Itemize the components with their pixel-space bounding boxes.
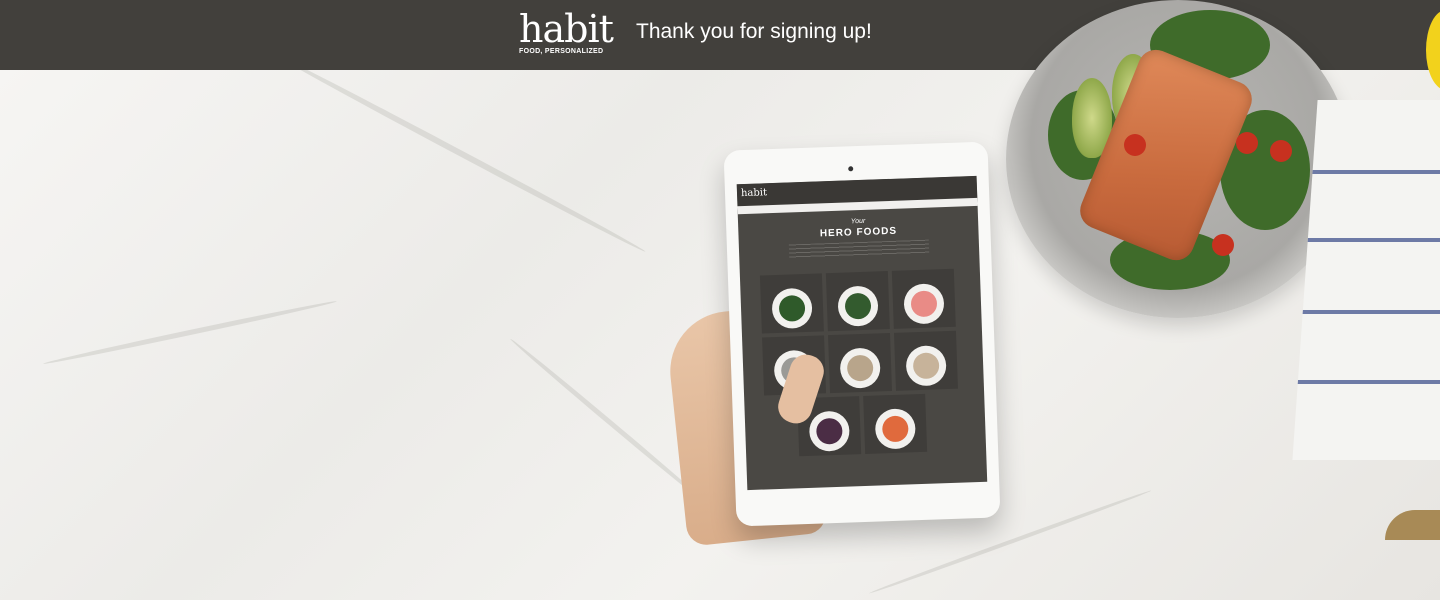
signup-confirmation-headline: Thank you for signing up!: [636, 20, 872, 43]
logo-wordmark: habit: [519, 7, 614, 51]
tablet-image: habit Your HERO FOODS: [723, 141, 1001, 527]
screen-logo: habit: [740, 187, 768, 200]
tablet-screen: habit Your HERO FOODS: [736, 175, 988, 491]
habit-logo[interactable]: habit FOOD, PERSONALIZED: [519, 7, 619, 58]
